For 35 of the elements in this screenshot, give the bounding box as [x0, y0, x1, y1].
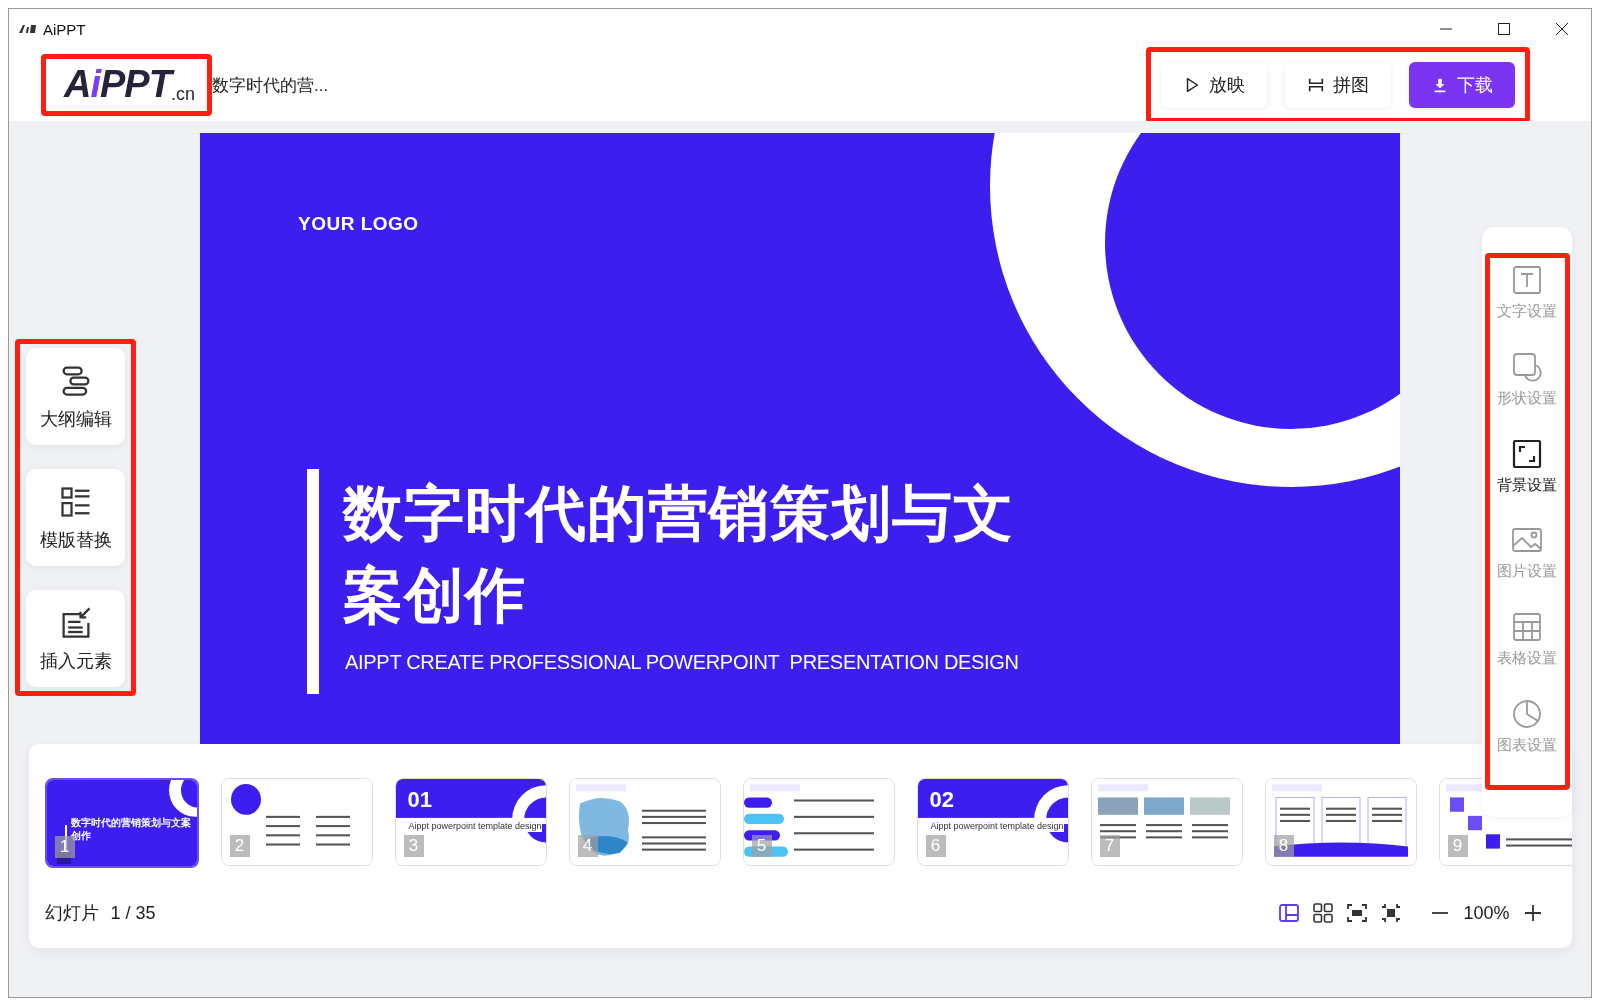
- slide-logo-text: YOUR LOGO: [298, 213, 419, 235]
- slide-number: 5: [751, 835, 772, 857]
- slide-thumbnail[interactable]: 01 Aippt powerpoint template design 3: [394, 778, 547, 866]
- background-settings-button[interactable]: 背景设置: [1497, 437, 1557, 525]
- play-button[interactable]: 放映: [1161, 62, 1267, 108]
- slide-thumbnail[interactable]: 7: [1090, 778, 1243, 866]
- brand-logo: AiPPT.cn: [41, 54, 212, 116]
- thumbnail-heading: 02: [929, 787, 954, 813]
- slide-title: 数字时代的营销策划与文案创作: [343, 479, 1015, 631]
- slide-thumbnail[interactable]: 4: [568, 778, 721, 866]
- window-title: AiPPT: [43, 20, 87, 38]
- slide-thumbnail[interactable]: 2: [220, 778, 373, 866]
- document-title: 数字时代的营...: [211, 74, 330, 97]
- thumbnail-caption: Aippt powerpoint template design: [408, 821, 542, 832]
- slide-subtitle: AIPPT CREATE PROFESSIONAL POWERPOINT PRESENTATION DESIGN: [345, 651, 1019, 674]
- slide-number: 7: [1099, 835, 1120, 857]
- slide-number: 4: [577, 835, 598, 857]
- page-counter: 1 / 35: [110, 902, 157, 924]
- zoom-level: 100%: [1463, 902, 1510, 924]
- slide-label: 幻灯片: [44, 902, 99, 925]
- slide-thumbnail[interactable]: 02 Aippt powerpoint template design 6: [916, 778, 1069, 866]
- insert-tool[interactable]: 插入元素: [26, 590, 125, 687]
- thumbnail-caption: Aippt powerpoint template design: [930, 821, 1064, 832]
- slide-number: 8: [1273, 835, 1294, 857]
- slide-number: 2: [229, 835, 250, 857]
- slide-number: 6: [925, 835, 946, 857]
- slide-number: 9: [1447, 835, 1468, 857]
- template-tool[interactable]: 模版替换: [26, 469, 125, 566]
- download-button[interactable]: 下载: [1409, 62, 1515, 108]
- slide-thumbnail[interactable]: 5: [742, 778, 895, 866]
- slide-number: 3: [403, 835, 424, 857]
- slide-thumbnail[interactable]: 8: [1264, 778, 1417, 866]
- thumbnail-heading: 01: [407, 787, 432, 813]
- outline-tool[interactable]: 大纲编辑: [26, 348, 125, 445]
- collage-button[interactable]: 拼图: [1285, 62, 1391, 108]
